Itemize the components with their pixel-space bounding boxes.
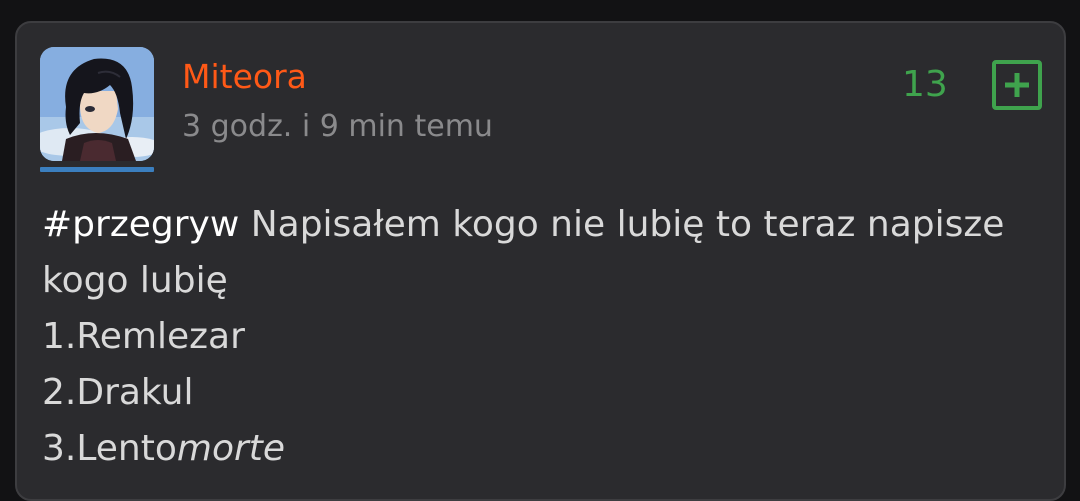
post-timestamp[interactable]: 3 godz. i 9 min temu [182,109,493,145]
avatar [40,47,154,161]
italic-text: morte [176,428,286,469]
avatar-link[interactable] [40,47,154,173]
body-line-3: 1.Remlezar [42,316,245,357]
entry-body: #przegryw Napisałem kogo nie lubię to te… [42,197,1042,477]
body-text: Napisałem kogo nie lubię to teraz napisz… [239,204,1005,245]
body-line-5: 3.Lentomorte [42,421,1042,477]
hashtag-link[interactable]: #przegryw [42,204,239,245]
plus-button[interactable] [992,60,1042,110]
body-text: 3.Lento [42,428,177,469]
avatar-underline [40,167,154,172]
body-line-2: kogo lubię [42,260,228,301]
body-line-4: 2.Drakul [42,372,194,413]
plus-icon [1005,73,1029,97]
avatar-image [40,47,154,161]
vote-count: 13 [902,64,948,105]
entry-card: Miteora 3 godz. i 9 min temu 13 #przegry… [15,21,1066,501]
body-line-1: #przegryw Napisałem kogo nie lubię to te… [42,197,1042,253]
author-name[interactable]: Miteora [182,57,307,97]
